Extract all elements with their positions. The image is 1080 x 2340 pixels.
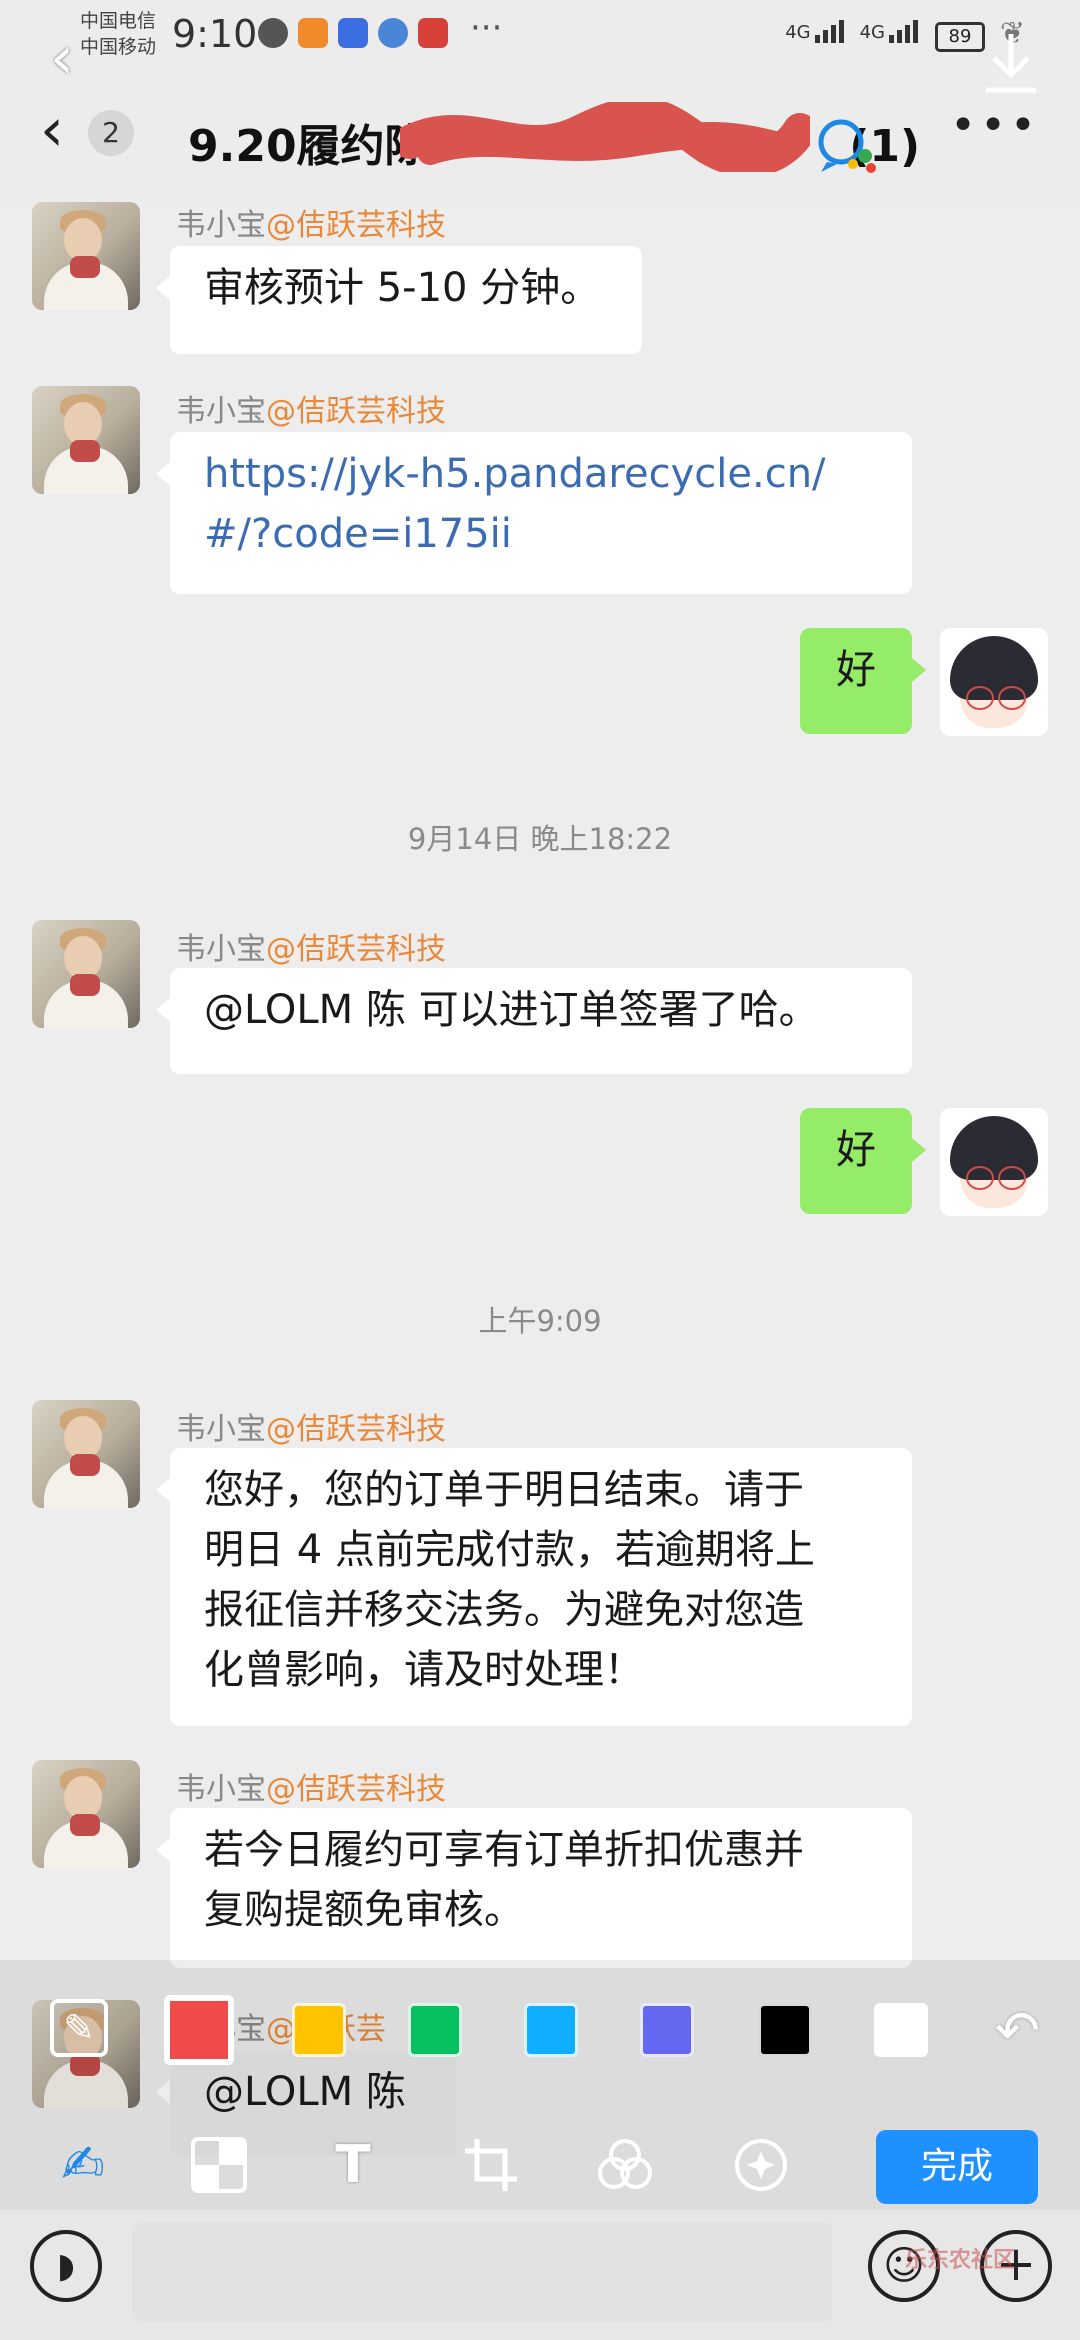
download-icon[interactable] [982, 30, 1040, 96]
chat-timestamp: 9月14日 晚上18:22 [407, 822, 673, 856]
message-line: 您好，您的订单于明日结束。请于 [204, 1467, 804, 1513]
crop-icon[interactable] [456, 2130, 526, 2200]
signal-bars-icon [814, 20, 844, 43]
filter-icon[interactable] [590, 2130, 660, 2200]
chat-timestamp: 上午9:09 [478, 1304, 602, 1338]
sender-avatar[interactable] [32, 1400, 140, 1508]
message-text: 好 [836, 1127, 876, 1173]
chat-title-text: 9.20履约陈 [188, 121, 429, 172]
carrier-labels: 中国电信 中国移动 [80, 8, 156, 60]
sender-name: 韦小宝@佶跃芸科技 [176, 932, 446, 967]
message-line: 报征信并移交法务。为避免对您造 [204, 1587, 804, 1633]
color-swatch-green[interactable] [408, 2003, 462, 2057]
group-chat-icon[interactable] [815, 118, 879, 174]
message-input[interactable] [132, 2222, 832, 2322]
sender-avatar[interactable] [32, 202, 140, 310]
message-text: 审核预计 5-10 分钟。 [204, 265, 601, 311]
sender-avatar[interactable] [32, 1760, 140, 1868]
signal-bars-icon [889, 20, 918, 43]
editor-back-icon[interactable]: ‹ [50, 28, 74, 88]
more-notifications: ··· [470, 8, 503, 48]
message-line: 明日 4 点前完成付款，若逾期将上 [204, 1527, 815, 1573]
my-avatar[interactable] [940, 628, 1048, 736]
status-time: 9:10 [172, 12, 258, 56]
sender-avatar[interactable] [32, 920, 140, 1028]
sender-name: 韦小宝@佶跃芸科技 [176, 208, 446, 243]
notification-icons [258, 18, 448, 48]
message-line: 若今日履约可享有订单折扣优惠并 [204, 1827, 804, 1873]
battery-level: 89 [935, 22, 985, 52]
text-icon[interactable]: T [318, 2130, 388, 2200]
status-bar: 中国电信 中国移动 9:10 ··· 4G 4G 89 ❦ [0, 0, 1080, 70]
message-text: @LOLM 陈 可以进订单签署了哈。 [204, 987, 819, 1033]
link-line-1[interactable]: https://jyk-h5.pandarecycle.cn/ [204, 444, 878, 504]
message-text: 好 [836, 647, 876, 693]
color-swatch-blue[interactable] [524, 2003, 578, 2057]
voice-icon[interactable]: ◗ [30, 2230, 102, 2302]
chat-header: ‹ 2 9.20履约陈 (1) ••• [0, 70, 1080, 205]
chevron-left-icon[interactable]: ‹ [40, 100, 64, 160]
sender-name: 韦小宝@佶跃芸科技 [176, 394, 446, 429]
message-bubble[interactable]: @LOLM 陈 可以进订单签署了哈。 [156, 968, 912, 1074]
book-app-icon [418, 18, 448, 48]
more-icon[interactable]: ••• [950, 100, 1040, 151]
network-type-1: 4G [785, 22, 811, 43]
done-button[interactable]: 完成 [876, 2130, 1038, 2204]
message-bubble[interactable]: 审核预计 5-10 分钟。 [156, 246, 642, 354]
message-line: 化曾影响，请及时处理！ [204, 1647, 644, 1693]
watermark: 乐东农社区 [905, 2248, 1016, 2273]
edit-icon[interactable]: ✎ [50, 1999, 108, 2057]
sender-avatar[interactable] [32, 386, 140, 494]
chat-input-bar: ◗ ☺ + [0, 2210, 1080, 2340]
network-type-2: 4G [859, 22, 885, 43]
undo-icon[interactable]: ↶ [995, 1999, 1040, 2062]
bulb-app-icon [338, 18, 368, 48]
browser-app-icon [378, 18, 408, 48]
color-swatch-black[interactable] [758, 2003, 812, 2057]
link-line-2[interactable]: #/?code=i175ii [204, 504, 878, 564]
my-message-bubble[interactable]: 好 [800, 628, 926, 734]
color-swatch-white[interactable] [874, 2003, 928, 2057]
color-swatch-purple[interactable] [640, 2003, 694, 2057]
carrier-2: 中国移动 [80, 36, 157, 58]
message-line: 复购提额免审核。 [204, 1887, 524, 1933]
carrier-1: 中国电信 [80, 10, 157, 32]
sticker-icon[interactable] [726, 2130, 796, 2200]
my-avatar[interactable] [940, 1108, 1048, 1216]
message-bubble[interactable]: 若今日履约可享有订单折扣优惠并 复购提额免审核。 [156, 1808, 912, 1968]
color-swatch-red[interactable] [164, 1995, 234, 2065]
sender-name: 韦小宝@佶跃芸科技 [176, 1412, 446, 1447]
unread-badge: 2 [88, 110, 134, 156]
pen-icon[interactable]: ✍ [48, 2130, 118, 2200]
message-bubble[interactable]: 您好，您的订单于明日结束。请于 明日 4 点前完成付款，若逾期将上 报征信并移交… [156, 1448, 912, 1726]
my-message-bubble[interactable]: 好 [800, 1108, 926, 1214]
mosaic-icon[interactable] [184, 2130, 254, 2200]
color-palette: ✎ ↶ [0, 1995, 1080, 2065]
qq-icon [258, 18, 288, 48]
video-app-icon [298, 18, 328, 48]
signal-indicators: 4G 4G [785, 20, 930, 43]
redaction-scribble [400, 102, 810, 172]
color-swatch-yellow[interactable] [292, 2003, 346, 2057]
sender-name: 韦小宝@佶跃芸科技 [176, 1772, 446, 1807]
message-link-bubble[interactable]: https://jyk-h5.pandarecycle.cn/ #/?code=… [156, 432, 912, 594]
